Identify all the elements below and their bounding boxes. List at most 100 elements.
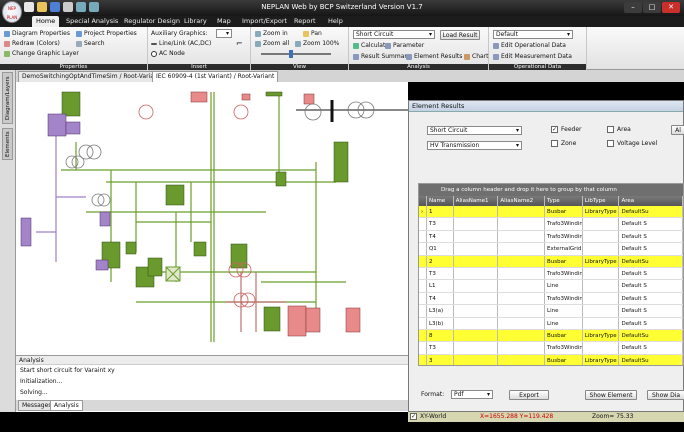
cell-type: Line: [545, 317, 583, 329]
cell-libtype: [583, 317, 620, 329]
edit-operational-data-button[interactable]: Edit Operational Data: [493, 42, 566, 49]
zoom-all-button[interactable]: Zoom all: [255, 40, 289, 47]
cell-aliasname1: [454, 280, 499, 292]
layer-checkbox[interactable]: ✓: [410, 413, 417, 420]
change-graphic-layer-button[interactable]: Change Graphic Layer: [4, 50, 79, 57]
analysis-type-select[interactable]: Short Circuit: [353, 30, 435, 39]
auxiliary-graphics-select[interactable]: [216, 29, 232, 38]
operational-data-select[interactable]: Default: [493, 30, 573, 39]
table-row[interactable]: T3 Trafo3Winding Default S: [419, 342, 683, 355]
table-row[interactable]: L1 Line Default S: [419, 280, 683, 293]
table-row[interactable]: L3(a) Line Default S: [419, 305, 683, 318]
window-title: NEPLAN Web by BCP Switzerland Version V1…: [261, 3, 423, 11]
tab-report[interactable]: Report: [290, 16, 320, 27]
cell-aliasname2: [498, 280, 546, 292]
single-line-diagram[interactable]: [16, 82, 408, 355]
cell-libtype: [583, 305, 620, 317]
coordinates-readout: X=1655.288 Y=119.428: [480, 413, 554, 420]
parameter-icon: [385, 42, 391, 49]
column-header-aliasname1[interactable]: AliasName1: [454, 196, 499, 206]
table-row[interactable]: 8 Busbar LibraryType DefaultSu: [419, 329, 683, 343]
cell-area: DefaultSu: [619, 255, 683, 267]
column-header-libtype[interactable]: LibType: [583, 196, 620, 206]
table-row[interactable]: 3 Busbar LibraryType DefaultSu: [419, 354, 683, 365]
area-checkbox[interactable]: Area: [607, 126, 631, 133]
red-element-blocks[interactable]: [190, 91, 361, 337]
table-row[interactable]: L3(b) Line Default S: [419, 317, 683, 330]
table-row[interactable]: › 1 Busbar LibraryType DefaultSu: [419, 206, 683, 219]
cell-aliasname2: [498, 243, 546, 255]
voltage-level-checkbox[interactable]: Voltage Level: [607, 140, 657, 147]
load-result-button[interactable]: Load Result: [440, 30, 480, 40]
transformer-symbols[interactable]: [65, 101, 375, 308]
table-row[interactable]: Q1 ExternalGrid Default S: [419, 243, 683, 256]
auxiliary-graphics-label: Auxiliary Graphics:: [151, 30, 208, 37]
cell-aliasname1: [454, 206, 499, 218]
tab-elements[interactable]: Elements: [2, 128, 13, 160]
tab-map[interactable]: Map: [213, 16, 235, 27]
redraw-button[interactable]: Redraw (Colors): [4, 40, 60, 47]
show-element-button[interactable]: Show Element: [585, 390, 637, 400]
cell-type: Busbar: [545, 206, 583, 218]
tab-library[interactable]: Library: [180, 16, 211, 27]
app-logo[interactable]: NEP PLAN: [2, 1, 22, 23]
cell-area: Default S: [619, 305, 683, 317]
table-row[interactable]: T4 Trafo3Winding Default S: [419, 230, 683, 244]
show-diagram-button[interactable]: Show Dia: [647, 390, 684, 400]
table-row[interactable]: 2 Busbar LibraryType DefaultSu: [419, 255, 683, 268]
column-header-area[interactable]: Area: [619, 196, 683, 206]
cell-aliasname2: [498, 218, 546, 230]
tab-analysis[interactable]: Analysis: [50, 400, 83, 411]
edit-measurement-data-button[interactable]: Edit Measurement Data: [493, 53, 572, 60]
cell-name: T3: [427, 218, 454, 230]
connector-icon[interactable]: ⌐: [236, 39, 243, 48]
tab-home[interactable]: Home: [32, 16, 60, 27]
tab-demo-switching[interactable]: DemoSwitchingOptAndTimeSim / Root-Varian…: [18, 71, 165, 82]
close-button[interactable]: ✕: [662, 2, 680, 13]
project-properties-button[interactable]: Project Properties: [76, 30, 137, 37]
tab-special-analysis[interactable]: Special Analysis: [62, 16, 122, 27]
cell-area: Default S: [619, 218, 683, 230]
table-icon: [406, 53, 412, 60]
results-analysis-select[interactable]: Short Circuit: [427, 126, 522, 135]
zoom-slider[interactable]: [261, 53, 331, 55]
cell-aliasname2: [498, 230, 546, 243]
tab-import-export[interactable]: Import/Export: [238, 16, 291, 27]
column-header-name[interactable]: Name: [427, 196, 454, 206]
search-button[interactable]: Search: [76, 40, 105, 47]
table-row[interactable]: T3 Trafo3Winding Default S: [419, 218, 683, 231]
line-link-button[interactable]: Line/Link (AC,DC): [151, 40, 211, 47]
maximize-button[interactable]: □: [643, 2, 661, 13]
table-row[interactable]: T4 Trafo3Winding Default S: [419, 292, 683, 306]
zoom-in-button[interactable]: Zoom in: [255, 30, 288, 37]
tab-diagram-layers[interactable]: Diagram/Layers: [2, 72, 13, 124]
ac-node-button[interactable]: AC Node: [151, 50, 185, 57]
result-summary-button[interactable]: Result Summary: [353, 53, 410, 60]
row-indicator: [419, 255, 427, 267]
zone-checkbox[interactable]: Zone: [551, 140, 576, 147]
calculate-button[interactable]: Calculate: [353, 42, 389, 49]
chart-button[interactable]: Chart: [464, 53, 489, 60]
export-button[interactable]: Export: [509, 390, 549, 400]
diagram-properties-button[interactable]: Diagram Properties: [4, 30, 70, 37]
pan-button[interactable]: Pan: [303, 30, 322, 37]
tab-regulator-design[interactable]: Regulator Design: [120, 16, 184, 27]
table-row[interactable]: T3 Trafo3Winding Default S: [419, 267, 683, 281]
tab-iec-60909[interactable]: IEC 60909-4 (1st Variant) / Root-Variant: [152, 71, 279, 82]
format-select[interactable]: Pdf: [451, 390, 493, 399]
purple-element-blocks[interactable]: [20, 113, 111, 271]
column-header-aliasname2[interactable]: AliasName2: [498, 196, 546, 206]
tab-help[interactable]: Help: [324, 16, 347, 27]
collapsed-side-button[interactable]: Al: [671, 125, 684, 135]
cell-type: Line: [545, 280, 583, 292]
feeder-checkbox[interactable]: ✓ Feeder: [551, 126, 581, 133]
column-header-type[interactable]: Type: [545, 196, 583, 206]
minimize-button[interactable]: –: [624, 2, 642, 13]
zoom-100-button[interactable]: Zoom 100%: [295, 40, 339, 47]
results-transmission-select[interactable]: HV Transmission: [427, 141, 522, 150]
parameter-button[interactable]: Parameter: [385, 42, 424, 49]
diagram-canvas[interactable]: [16, 82, 408, 355]
element-results-button[interactable]: Element Results: [406, 53, 462, 60]
analysis-panel-header: Analysis: [16, 356, 408, 365]
zoom-slider-thumb[interactable]: [289, 50, 293, 58]
